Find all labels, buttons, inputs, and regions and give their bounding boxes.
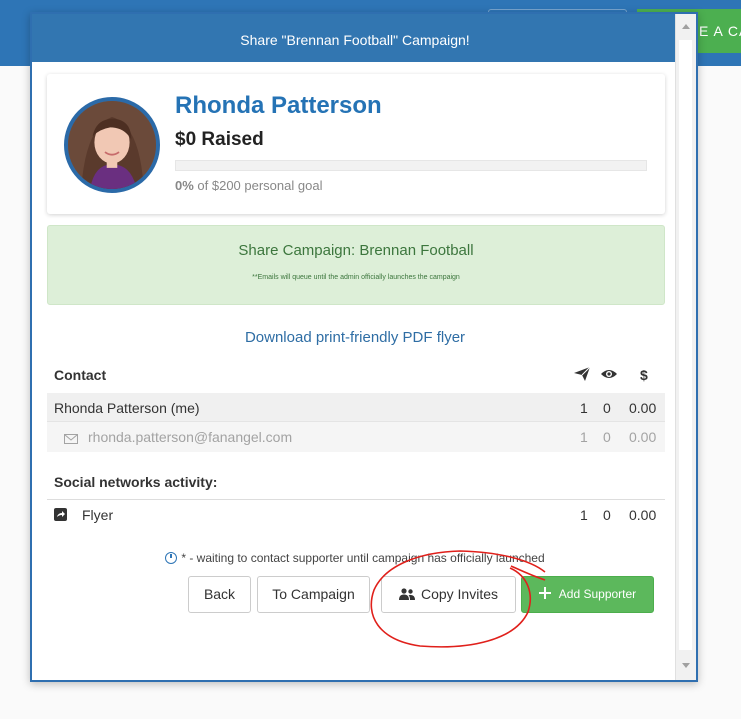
share-square-icon [54, 508, 67, 524]
scroll-up-arrow-icon[interactable] [682, 24, 690, 29]
envelope-icon [64, 431, 78, 447]
goal-progress-bar [175, 160, 647, 171]
copy-invites-button[interactable]: Copy Invites [381, 576, 516, 613]
social-view-count: 0 [603, 507, 611, 523]
contacts-table-header: Contact $ [47, 364, 665, 388]
amount-raised: $0 Raised [175, 129, 264, 150]
profile-card: Rhonda Patterson $0 Raised 0% of $200 pe… [47, 74, 665, 214]
social-row-flyer[interactable]: Flyer 1 0 0.00 [47, 499, 665, 530]
social-amount: 0.00 [629, 507, 657, 523]
modal-title: Share "Brennan Football" Campaign! [32, 14, 678, 62]
dollar-column-header: $ [640, 367, 648, 383]
scroll-down-arrow-icon[interactable] [682, 663, 690, 668]
email-amount: 0.00 [629, 429, 657, 445]
contact-name: Rhonda Patterson (me) [54, 400, 200, 416]
avatar-photo [68, 101, 156, 189]
contact-row[interactable]: Rhonda Patterson (me) 1 0 0.00 [47, 393, 665, 423]
scrollbar-thumb[interactable] [679, 40, 692, 650]
goal-percent: 0% [175, 178, 194, 193]
social-item-name: Flyer [82, 507, 114, 523]
email-view-count: 0 [603, 429, 611, 445]
plus-icon [538, 587, 551, 599]
share-campaign-modal: Share "Brennan Football" Campaign! Rhond… [30, 12, 698, 682]
back-button[interactable]: Back [188, 576, 251, 613]
contact-email-row[interactable]: rhonda.patterson@fanangel.com 1 0 0.00 [47, 421, 665, 452]
contact-view-count: 0 [603, 400, 611, 416]
users-icon [398, 578, 415, 600]
goal-description: of $200 personal goal [193, 178, 323, 193]
contact-sent-count: 1 [580, 400, 588, 416]
share-campaign-box: Share Campaign: Brennan Football **Email… [47, 225, 665, 305]
add-supporter-button[interactable]: Add Supporter [521, 576, 654, 613]
goal-text: 0% of $200 personal goal [175, 178, 322, 193]
social-networks-title: Social networks activity: [54, 474, 218, 490]
avatar [64, 97, 160, 193]
copy-invites-label: Copy Invites [420, 586, 499, 602]
supporter-name: Rhonda Patterson [175, 92, 382, 119]
modal-scrollbar[interactable] [675, 14, 696, 680]
add-supporter-label: Add Supporter [558, 587, 637, 601]
email-sent-count: 1 [580, 429, 588, 445]
email-queue-note: **Emails will queue until the admin offi… [252, 274, 460, 281]
to-campaign-button[interactable]: To Campaign [257, 576, 370, 613]
clock-icon [165, 552, 178, 564]
paper-plane-icon [574, 366, 591, 384]
contact-email: rhonda.patterson@fanangel.com [88, 429, 293, 445]
social-sent-count: 1 [580, 507, 588, 523]
waiting-note-text: * - waiting to contact supporter until c… [181, 551, 545, 565]
download-pdf-flyer-link[interactable]: Download print-friendly PDF flyer [32, 329, 678, 346]
waiting-note: * - waiting to contact supporter until c… [32, 551, 678, 565]
contact-column-header: Contact [54, 367, 107, 383]
contact-amount: 0.00 [629, 400, 657, 416]
eye-icon [601, 367, 617, 383]
share-campaign-title: Share Campaign: Brennan Football [238, 242, 474, 259]
